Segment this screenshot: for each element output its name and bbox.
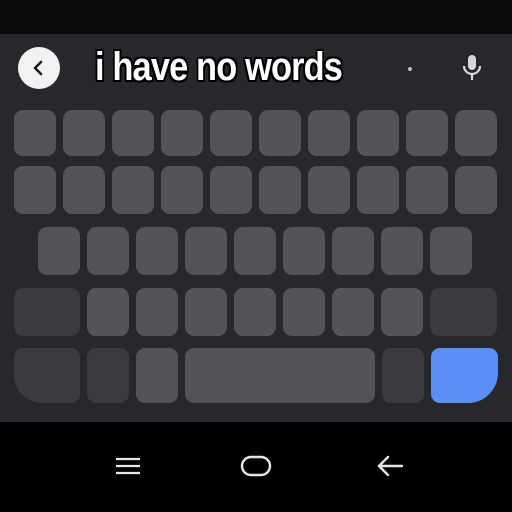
microphone-icon bbox=[462, 55, 482, 80]
keyboard-key[interactable] bbox=[210, 166, 252, 214]
recents-button[interactable] bbox=[98, 446, 158, 486]
keyboard-key[interactable] bbox=[455, 110, 497, 156]
keyboard-key[interactable] bbox=[308, 110, 350, 156]
keyboard-key[interactable] bbox=[455, 166, 497, 214]
keyboard-key[interactable] bbox=[87, 227, 129, 275]
cursor-dot bbox=[408, 67, 412, 71]
keyboard-key[interactable] bbox=[332, 288, 374, 336]
space-bar[interactable] bbox=[185, 348, 375, 403]
keyboard-key[interactable] bbox=[406, 110, 448, 156]
keyboard-key[interactable] bbox=[308, 166, 350, 214]
keyboard-key[interactable] bbox=[430, 227, 472, 275]
back-button[interactable] bbox=[360, 446, 420, 486]
keyboard-key[interactable] bbox=[63, 110, 105, 156]
chevron-left-icon bbox=[33, 60, 43, 76]
keyboard-key[interactable] bbox=[234, 288, 276, 336]
keyboard-key[interactable] bbox=[381, 288, 423, 336]
keyboard-key[interactable] bbox=[87, 288, 129, 336]
status-bar-strip bbox=[0, 0, 512, 34]
keyboard-key[interactable] bbox=[112, 110, 154, 156]
collapse-button[interactable] bbox=[18, 47, 60, 89]
back-arrow-icon bbox=[377, 455, 404, 477]
keyboard-key[interactable] bbox=[283, 227, 325, 275]
keyboard-key[interactable] bbox=[259, 166, 301, 214]
keyboard-key[interactable] bbox=[112, 166, 154, 214]
keyboard-toolbar: i have no words bbox=[0, 34, 512, 100]
keyboard-key[interactable] bbox=[357, 166, 399, 214]
emoji-key[interactable] bbox=[136, 348, 178, 403]
keyboard-key[interactable] bbox=[161, 166, 203, 214]
microphone-button[interactable] bbox=[458, 48, 486, 88]
enter-key[interactable] bbox=[431, 348, 498, 403]
keyboard-key[interactable] bbox=[14, 166, 56, 214]
keyboard-key[interactable] bbox=[406, 166, 448, 214]
keyboard-key[interactable] bbox=[161, 110, 203, 156]
keyboard-key[interactable] bbox=[14, 110, 56, 156]
symbols-key[interactable] bbox=[14, 348, 80, 403]
comma-key[interactable] bbox=[87, 348, 129, 403]
keyboard-key[interactable] bbox=[259, 110, 301, 156]
home-icon bbox=[240, 455, 272, 477]
home-button[interactable] bbox=[226, 446, 286, 486]
keyboard-key[interactable] bbox=[185, 288, 227, 336]
backspace-key[interactable] bbox=[430, 288, 497, 336]
meme-caption: i have no words bbox=[95, 44, 343, 89]
keyboard-key[interactable] bbox=[234, 227, 276, 275]
keyboard-key[interactable] bbox=[136, 288, 178, 336]
keyboard-key[interactable] bbox=[381, 227, 423, 275]
keyboard-key[interactable] bbox=[283, 288, 325, 336]
system-nav-bar bbox=[0, 422, 512, 512]
keyboard-key[interactable] bbox=[185, 227, 227, 275]
keyboard-key[interactable] bbox=[63, 166, 105, 214]
recents-icon bbox=[116, 457, 140, 475]
keyboard-key[interactable] bbox=[38, 227, 80, 275]
shift-key[interactable] bbox=[14, 288, 80, 336]
keyboard-key[interactable] bbox=[357, 110, 399, 156]
keyboard-key[interactable] bbox=[332, 227, 374, 275]
keyboard-key[interactable] bbox=[210, 110, 252, 156]
keyboard-key[interactable] bbox=[136, 227, 178, 275]
period-key[interactable] bbox=[382, 348, 424, 403]
